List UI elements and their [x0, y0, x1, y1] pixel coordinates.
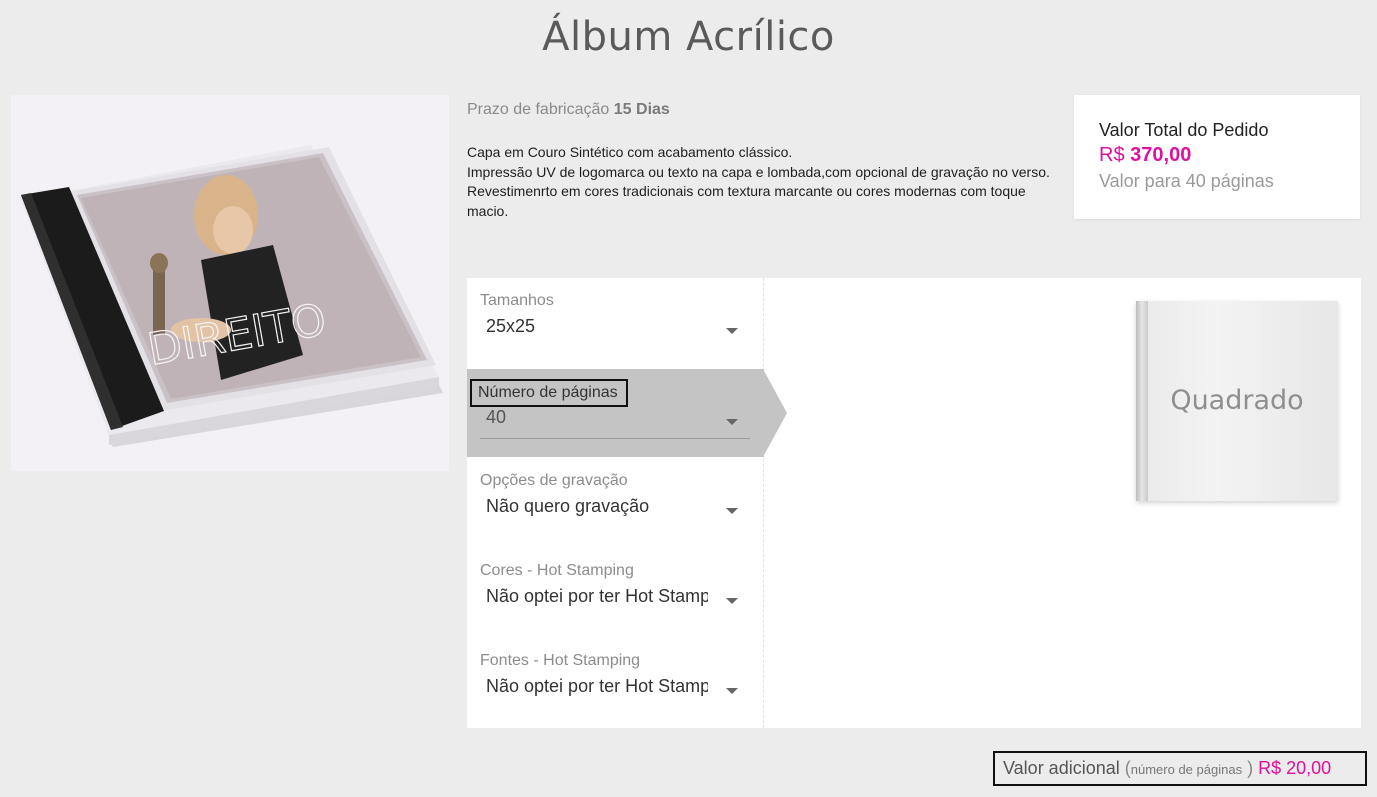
lead-time-label: Prazo de fabricação — [467, 101, 610, 118]
lead-time: Prazo de fabricação 15 Dias — [467, 101, 670, 119]
additional-value: Valor adicional (número de páginas ) R$ … — [993, 751, 1367, 786]
order-total-price: R$ 370,00 — [1099, 142, 1360, 168]
pages-select[interactable]: Número de páginas 40 — [467, 369, 787, 457]
engraving-select[interactable]: Opções de gravação Não quero gravação — [467, 458, 764, 546]
chevron-down-icon[interactable] — [726, 688, 738, 694]
lead-time-value: 15 Dias — [613, 101, 670, 118]
order-total-currency: R$ — [1099, 144, 1125, 166]
chevron-down-icon[interactable] — [726, 419, 738, 425]
size-select[interactable]: Tamanhos 25x25 — [467, 278, 764, 366]
chevron-down-icon[interactable] — [726, 508, 738, 514]
product-photo: DIREITO — [11, 95, 449, 471]
options-column: Tamanhos 25x25 Número de páginas 40 Opçõ… — [467, 278, 787, 728]
size-select-value[interactable]: 25x25 — [486, 316, 708, 337]
chevron-down-icon[interactable] — [726, 328, 738, 334]
page-title: Álbum Acrílico — [542, 14, 835, 60]
pages-select-label: Número de páginas — [470, 379, 628, 407]
engraving-select-label: Opções de gravação — [480, 472, 628, 489]
pages-select-value[interactable]: 40 — [486, 407, 708, 428]
format-preview: Quadrado — [1136, 301, 1338, 501]
additional-value-detail: número de páginas — [1130, 762, 1243, 777]
engraving-select-value[interactable]: Não quero gravação — [486, 496, 708, 517]
pages-select-underline — [480, 438, 750, 439]
order-total-pages-note: Valor para 40 páginas — [1099, 171, 1274, 191]
order-total-card: Valor Total do Pedido R$ 370,00 Valor pa… — [1074, 95, 1360, 219]
order-total-amount: 370,00 — [1130, 144, 1192, 166]
description-line: Capa em Couro Sintético com acabamento c… — [467, 144, 793, 160]
hot-stamping-colors-label: Cores - Hot Stamping — [480, 562, 634, 579]
hot-stamping-colors-select[interactable]: Cores - Hot Stamping Não optei por ter H… — [467, 548, 764, 636]
additional-value-close-paren: ) — [1247, 758, 1254, 778]
active-option-arrow — [763, 369, 787, 457]
additional-value-price: R$ 20,00 — [1258, 758, 1332, 778]
hot-stamping-fonts-value[interactable]: Não optei por ter Hot Stamping — [486, 676, 708, 697]
hot-stamping-fonts-select[interactable]: Fontes - Hot Stamping Não optei por ter … — [467, 638, 764, 726]
product-description: Capa em Couro Sintético com acabamento c… — [467, 143, 1067, 221]
options-panel: Tamanhos 25x25 Número de páginas 40 Opçõ… — [467, 278, 1361, 728]
description-line: Revestimenrto em cores tradicionais com … — [467, 183, 1026, 219]
order-total-title: Valor Total do Pedido — [1099, 120, 1269, 140]
chevron-down-icon[interactable] — [726, 598, 738, 604]
additional-value-label: Valor adicional — [1003, 758, 1120, 778]
hot-stamping-colors-value[interactable]: Não optei por ter Hot Stamping — [486, 586, 708, 607]
hot-stamping-fonts-label: Fontes - Hot Stamping — [480, 652, 641, 669]
description-line: Impressão UV de logomarca ou texto na ca… — [467, 163, 1050, 180]
size-select-label: Tamanhos — [480, 292, 554, 309]
format-preview-label: Quadrado — [1170, 385, 1304, 416]
